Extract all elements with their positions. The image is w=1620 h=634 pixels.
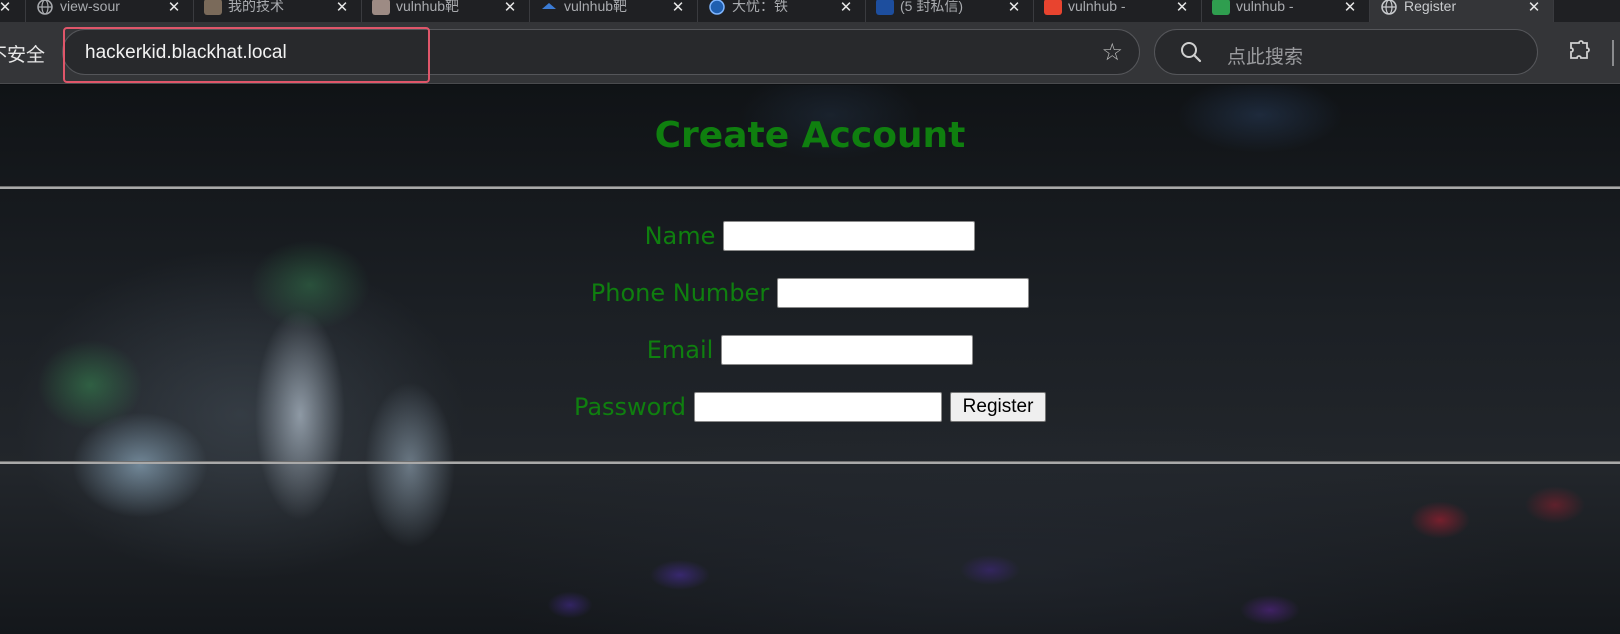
- address-bar[interactable]: hackerkid.blackhat.local ☆: [62, 29, 1140, 75]
- tab-vulnhub-1[interactable]: vulnhub靶 ✕: [362, 0, 530, 22]
- close-icon[interactable]: ✕: [165, 0, 183, 16]
- tab-vulnhub-csdn[interactable]: vulnhub - ✕: [1034, 0, 1202, 22]
- name-label: Name: [644, 222, 716, 250]
- close-icon[interactable]: ✕: [1525, 0, 1543, 16]
- tab-zhihu[interactable]: (5 封私信) ✕: [866, 0, 1034, 22]
- form-row-password: Password Register: [0, 392, 1620, 422]
- green-grid-icon: [1212, 0, 1230, 15]
- form-row-email: Email: [0, 335, 1620, 365]
- tab-title: vulnhub -: [1068, 0, 1126, 14]
- close-icon[interactable]: ✕: [837, 0, 855, 16]
- tab-title: view-sour: [60, 0, 120, 14]
- security-label[interactable]: 不安全: [0, 40, 45, 67]
- phone-label: Phone Number: [590, 279, 770, 307]
- form-row-phone: Phone Number: [0, 278, 1620, 308]
- close-icon[interactable]: ✕: [333, 0, 351, 16]
- page-title: Create Account: [654, 115, 966, 156]
- star-icon[interactable]: ☆: [1101, 39, 1123, 65]
- csdn-icon: [1044, 0, 1062, 15]
- avatar-favicon: [204, 0, 222, 15]
- search-placeholder: 点此搜索: [1227, 46, 1304, 68]
- blue-circle-icon: [709, 0, 725, 15]
- search-box[interactable]: 点此搜索: [1154, 29, 1538, 75]
- divider-bottom: [0, 461, 1620, 464]
- url-text[interactable]: hackerkid.blackhat.local: [85, 42, 287, 64]
- globe-icon: [1381, 0, 1397, 15]
- globe-icon: [37, 0, 53, 15]
- close-icon[interactable]: ✕: [501, 0, 519, 16]
- tab-title: vulnhub -: [1236, 0, 1294, 14]
- register-button[interactable]: Register: [950, 392, 1047, 422]
- password-label: Password: [573, 393, 687, 421]
- form-row-name: Name: [0, 221, 1620, 251]
- tab-title: 大忧：铁: [732, 0, 788, 14]
- browser-toolbar: 不安全 hackerkid.blackhat.local ☆ 点此搜索: [0, 22, 1620, 84]
- search-icon: [1181, 42, 1202, 63]
- tab-register[interactable]: Register ✕: [1370, 0, 1554, 22]
- email-label: Email: [646, 336, 714, 364]
- tab-my-tech[interactable]: 我的技术 ✕: [194, 0, 362, 22]
- close-icon[interactable]: ✕: [1341, 0, 1359, 16]
- close-icon[interactable]: ✕: [1005, 0, 1023, 16]
- tab-title: (5 封私信): [900, 0, 963, 14]
- page-content: Create Account Name Phone Number Email P…: [0, 85, 1620, 634]
- close-icon[interactable]: ✕: [1173, 0, 1191, 16]
- divider-top: [0, 186, 1620, 189]
- tab-title: 我的技术: [228, 0, 284, 14]
- tab-title: vulnhub靶: [564, 0, 628, 14]
- close-icon[interactable]: ✕: [669, 0, 687, 16]
- tab-dayou[interactable]: 大忧：铁 ✕: [698, 0, 866, 22]
- close-icon[interactable]: ✕: [0, 0, 14, 16]
- tab-title: Register: [1404, 0, 1457, 14]
- name-input[interactable]: [723, 221, 976, 251]
- extensions-icon[interactable]: [1566, 39, 1592, 65]
- tab-title: vulnhub靶: [396, 0, 460, 14]
- zhihu-icon: [876, 0, 894, 15]
- tab-view-source[interactable]: view-sour ✕: [26, 0, 194, 22]
- tab-vulnhub-3[interactable]: vulnhub - ✕: [1202, 0, 1370, 22]
- email-input[interactable]: [721, 335, 974, 365]
- avatar-favicon: [372, 0, 390, 15]
- phone-input[interactable]: [777, 278, 1030, 308]
- toolbar-divider: [1612, 40, 1614, 66]
- password-input[interactable]: [694, 392, 943, 422]
- blue-bird-icon: [542, 3, 556, 9]
- tab-0[interactable]: ✕: [0, 0, 26, 22]
- tab-strip: ✕ view-sour ✕ 我的技术 ✕ vulnhub靶 ✕ vulnhub靶…: [0, 0, 1620, 22]
- tab-vulnhub-2[interactable]: vulnhub靶 ✕: [530, 0, 698, 22]
